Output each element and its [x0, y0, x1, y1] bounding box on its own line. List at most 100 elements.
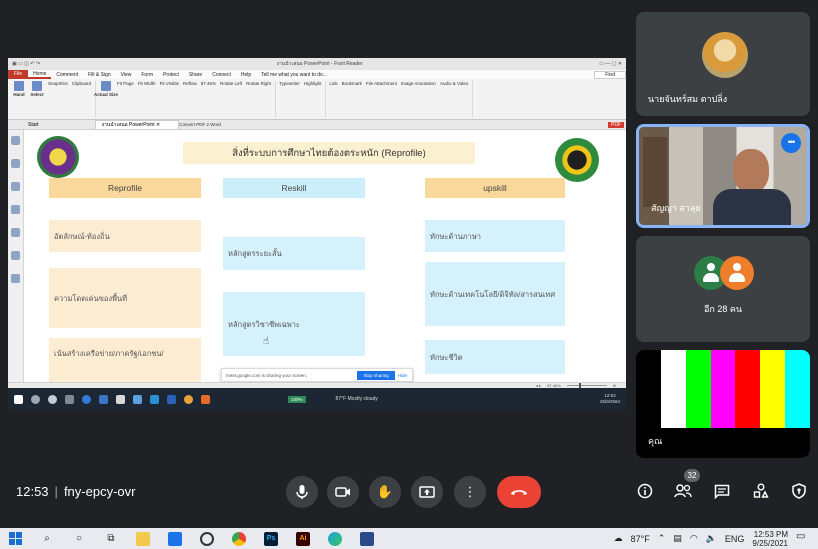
window-controls[interactable]: ▭ — ▢ ✕: [599, 61, 622, 67]
select-icon: [32, 81, 42, 91]
others-tile[interactable]: อีก 28 คน: [636, 236, 810, 342]
screen-share-banner: meet.google.com is sharing your screen. …: [221, 368, 413, 382]
tool-group-hand: Hand Select SnapShot Clipboard: [12, 81, 97, 117]
windows-start-icon: [14, 394, 23, 404]
rotate-left-button[interactable]: Rotate Left: [220, 81, 242, 97]
typewriter-button[interactable]: Typewriter: [279, 81, 300, 86]
file-explorer-icon[interactable]: [136, 531, 150, 546]
audio-video-button[interactable]: Audio & Video: [440, 81, 468, 86]
rotate-right-button[interactable]: Rotate Right: [246, 81, 271, 97]
fit-width-button[interactable]: Fit Width: [138, 81, 156, 97]
security-panel-icon[interactable]: [11, 251, 20, 260]
zoom-slider[interactable]: [566, 383, 607, 388]
tile-more-options-icon[interactable]: •••: [781, 133, 801, 153]
people-icon: [674, 484, 692, 498]
close-tab-icon[interactable]: ✕: [156, 122, 160, 128]
activities-button[interactable]: [748, 478, 774, 504]
system-tray: ☁ 87°F ⌃ ▤ ◠ 🔈 ENG 12:53 PM 9/25/2021: [614, 528, 788, 549]
self-tile[interactable]: คุณ: [636, 350, 810, 458]
fit-visible-button[interactable]: Fit Visible: [160, 81, 179, 97]
layers-panel-icon[interactable]: [11, 182, 20, 191]
menu-fill-sign[interactable]: Fill & Sign: [83, 72, 116, 78]
image-annotation-button[interactable]: Image Annotation: [401, 81, 436, 86]
end-call-button[interactable]: [497, 476, 541, 508]
participant-tile[interactable]: นายจันทร์สม ตาปลิ่ง: [636, 12, 810, 116]
snapshot-button[interactable]: SnapShot: [48, 81, 68, 97]
menu-file[interactable]: File: [8, 70, 29, 79]
present-button[interactable]: [411, 476, 443, 508]
edge-icon[interactable]: [328, 531, 342, 546]
attachments-panel-icon[interactable]: [11, 228, 20, 237]
menu-view[interactable]: View: [116, 72, 137, 78]
taskbar-clock[interactable]: 12:53 PM 9/25/2021: [752, 530, 788, 548]
chrome-icon[interactable]: [232, 531, 246, 546]
menu-protect[interactable]: Protect: [158, 72, 184, 78]
participant-tile-active[interactable]: ••• สัญญา สาลุย: [636, 124, 810, 228]
calculator-icon: [99, 394, 108, 404]
clipboard-button[interactable]: Clipboard: [72, 81, 91, 97]
menu-bar: File Home Comment Fill & Sign View Form …: [8, 70, 626, 79]
bookmark-panel-icon[interactable]: [11, 136, 20, 145]
word-icon: [167, 394, 176, 404]
convert-pdf-button[interactable]: Convert PDF 2 Word: [179, 122, 221, 127]
more-options-button[interactable]: ⋮: [454, 476, 486, 508]
hide-banner-button[interactable]: Hide: [398, 373, 407, 378]
ribbon-tools: Hand Select SnapShot Clipboard Actual Si…: [8, 79, 626, 119]
pages-panel-icon[interactable]: [11, 159, 20, 168]
task-view-icon[interactable]: ⧉: [104, 532, 118, 546]
volume-icon[interactable]: 🔈: [706, 533, 717, 544]
shared-clock: 12:53 25/9/2564: [600, 393, 620, 405]
meet-window: ▣ ▭ ◫ ↶ ↷ งานนำเสนอ PowerPoint - Foxit R…: [0, 0, 818, 549]
link-button[interactable]: Link: [329, 81, 337, 86]
find-box[interactable]: Find: [594, 70, 626, 79]
comments-panel-icon[interactable]: [11, 205, 20, 214]
network-icon[interactable]: ▤: [673, 533, 682, 544]
hand-tool-button[interactable]: Hand: [12, 81, 26, 97]
meeting-code: fny-epcy-ovr: [63, 484, 136, 499]
menu-home[interactable]: Home: [28, 71, 52, 79]
pdf-ribbon: ▣ ▭ ◫ ↶ ↷ งานนำเสนอ PowerPoint - Foxit R…: [8, 58, 626, 120]
raise-hand-button[interactable]: ✋: [369, 476, 401, 508]
tray-chevron-icon[interactable]: ⌃: [658, 533, 666, 544]
bookmark-button[interactable]: Bookmark: [342, 81, 362, 86]
chat-button[interactable]: [709, 478, 735, 504]
cortana-icon[interactable]: ○: [72, 532, 86, 546]
tell-me-box[interactable]: Tell me what you want to do...: [256, 72, 332, 78]
menu-share[interactable]: Share: [184, 72, 207, 78]
menu-connect[interactable]: Connect: [207, 72, 236, 78]
pdf-icon: PDF: [608, 121, 624, 128]
notification-icon[interactable]: ▭: [796, 531, 810, 545]
monitor-app-icon[interactable]: [168, 531, 182, 546]
menu-comment[interactable]: Comment: [51, 72, 83, 78]
hand-cursor-icon: ☝: [263, 336, 270, 347]
illustrator-icon[interactable]: Ai: [296, 531, 310, 546]
header-reskill: Reskill: [223, 178, 365, 198]
fit-page-button[interactable]: Fit Page: [117, 81, 134, 97]
language-indicator[interactable]: ENG: [725, 534, 745, 544]
select-tool-button[interactable]: Select: [30, 81, 44, 97]
mic-button[interactable]: [286, 476, 318, 508]
host-controls-button[interactable]: [786, 478, 812, 504]
chat-icon: [714, 484, 730, 499]
highlight-button[interactable]: Highlight: [304, 81, 322, 86]
windows-start-icon[interactable]: [8, 532, 22, 546]
menu-form[interactable]: Form: [136, 72, 158, 78]
obs-icon[interactable]: [200, 531, 214, 546]
more-vert-icon: ⋮: [463, 484, 477, 499]
file-attachment-button[interactable]: File Attachment: [366, 81, 397, 86]
tab-document[interactable]: งานนำเสนอ PowerPoint ✕: [94, 120, 180, 129]
camera-icon: [335, 487, 350, 497]
meeting-details-button[interactable]: [632, 478, 658, 504]
foxit-icon[interactable]: [360, 531, 374, 546]
wifi-icon[interactable]: ◠: [690, 533, 698, 544]
search-icon[interactable]: ⌕: [40, 532, 54, 546]
menu-help[interactable]: Help: [236, 72, 256, 78]
reflow-button[interactable]: Reflow: [183, 81, 197, 97]
photoshop-icon[interactable]: Ps: [264, 531, 278, 546]
actual-size-button[interactable]: Actual Size: [94, 81, 118, 97]
tab-start[interactable]: Start: [8, 122, 39, 128]
stop-sharing-button[interactable]: Stop sharing: [357, 370, 395, 380]
zoom-select[interactable]: 97.46%: [201, 81, 216, 97]
signature-panel-icon[interactable]: [11, 274, 20, 283]
camera-button[interactable]: [327, 476, 359, 508]
